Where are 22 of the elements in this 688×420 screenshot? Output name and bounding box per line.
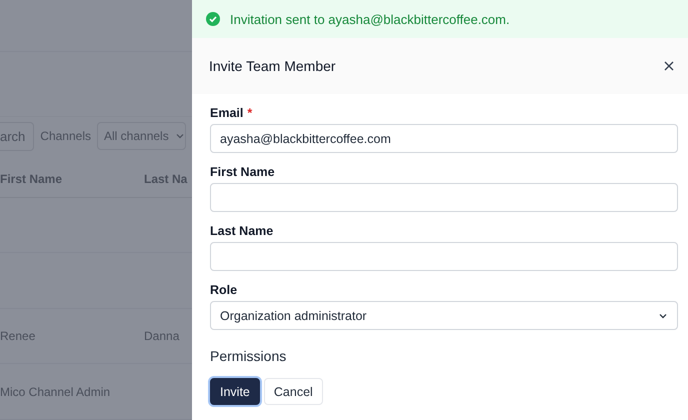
column-header: Last Na (144, 172, 188, 186)
required-mark: * (247, 106, 252, 120)
input-field[interactable] (210, 242, 678, 271)
column-header: First Name (0, 172, 64, 186)
table-cell-text: Danna (144, 329, 180, 344)
table-cell-text: Mico Channel Admin (0, 384, 112, 399)
field-label: Email (210, 106, 244, 120)
channels-label: Channels (40, 129, 91, 144)
invite-button[interactable]: Invite (210, 378, 260, 405)
field-label: First Name (210, 165, 275, 179)
toast-message: Invitation sent to ayasha@blackbittercoffee.com. (230, 12, 510, 26)
table-cell-text: Renee (0, 329, 36, 344)
role-select[interactable]: Organization administrator (210, 301, 678, 330)
cancel-button[interactable]: Cancel (264, 378, 323, 405)
modal-title: Invite Team Member (209, 58, 336, 74)
input-field[interactable] (210, 183, 678, 212)
check-circle-icon (206, 12, 220, 26)
field-label: Last Name (210, 224, 274, 238)
close-icon[interactable] (664, 61, 674, 71)
section-heading: Permissions (210, 348, 288, 364)
input-field[interactable]: ayasha@blackbittercoffee.com (210, 124, 678, 153)
field-label: Role (210, 283, 238, 297)
